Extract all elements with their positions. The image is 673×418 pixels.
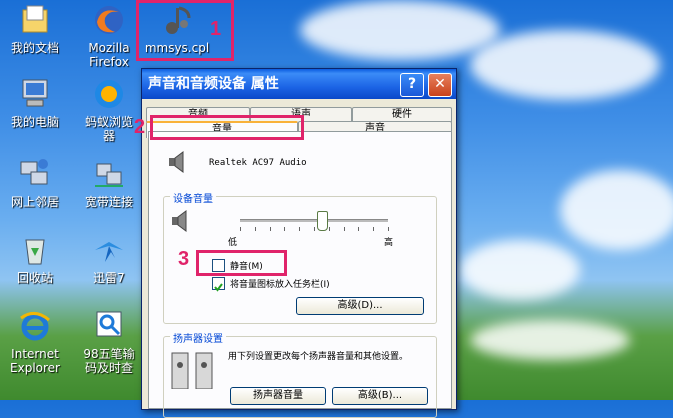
cloud — [560, 170, 673, 250]
volume-tab-panel: Realtek AC97 Audio 设备音量 低 高 静音(M) 将音量图标放… — [148, 131, 452, 418]
speaker-settings-group: 扬声器设置 用下列设置更改每个扬声器音量和其他设置。 扬声器音量 高级(B)..… — [163, 330, 437, 418]
cloud — [460, 240, 580, 300]
desktop-icon-firefox[interactable]: Mozilla Firefox — [74, 2, 144, 69]
volume-high-label: 高 — [384, 238, 394, 248]
slider-tick — [358, 227, 360, 231]
desktop-icon-my-documents[interactable]: 我的文档 — [0, 2, 70, 55]
network-places-icon — [17, 156, 53, 192]
internet-explorer-icon — [17, 308, 53, 344]
slider-tick — [284, 227, 286, 231]
tray-icon-label: 将音量图标放入任务栏(I) — [230, 280, 330, 290]
tab-hardware[interactable]: 硬件 — [352, 107, 452, 122]
annotation-box-3 — [196, 250, 287, 276]
desktop-icon-thunder[interactable]: 迅雷7 — [74, 232, 144, 285]
annotation-box-2 — [150, 115, 304, 140]
ant-browser-icon — [91, 76, 127, 112]
speakers-icon — [170, 349, 224, 393]
dialog-titlebar[interactable]: 声音和音频设备 属性 ? ✕ — [142, 69, 456, 99]
cloud — [470, 30, 660, 100]
wubi-lookup-icon — [91, 308, 127, 344]
speaker-description: 用下列设置更改每个扬声器音量和其他设置。 — [228, 352, 409, 362]
speaker-icon — [167, 150, 187, 178]
volume-slider-thumb[interactable] — [316, 211, 328, 231]
slider-tick — [240, 227, 241, 231]
my-documents-icon — [17, 2, 53, 38]
slider-tick — [388, 227, 389, 231]
volume-slider-track[interactable] — [240, 219, 388, 222]
slider-tick — [299, 227, 301, 231]
volume-speaker-icon — [170, 209, 190, 237]
broadband-connection-icon — [91, 156, 127, 192]
volume-slider-ticks — [240, 227, 389, 231]
desktop-icon-recycle-bin[interactable]: 回收站 — [0, 232, 70, 285]
annotation-number-2: 2 — [134, 116, 146, 138]
annotation-number-1: 1 — [210, 18, 222, 40]
slider-tick — [314, 227, 315, 231]
speaker-advanced-button[interactable]: 高级(B)... — [332, 387, 428, 405]
cloud — [470, 320, 630, 360]
firefox-icon — [91, 2, 127, 38]
desktop-icon-network-places[interactable]: 网上邻居 — [0, 156, 70, 209]
device-name: Realtek AC97 Audio — [209, 158, 307, 168]
desktop-icon-wubi[interactable]: 98五笔输 码及时查 — [74, 308, 144, 375]
slider-tick — [254, 227, 256, 231]
slider-tick — [373, 227, 375, 231]
tray-icon-checkbox[interactable] — [212, 277, 225, 292]
thunder-icon — [91, 232, 127, 268]
dialog-title: 声音和音频设备 属性 — [148, 76, 279, 92]
slider-tick — [328, 227, 330, 231]
device-volume-title: 设备音量 — [170, 190, 216, 205]
desktop-icon-internet-explorer[interactable]: Internet Explorer — [0, 308, 70, 375]
help-button[interactable]: ? — [400, 73, 424, 97]
slider-tick — [269, 227, 271, 231]
desktop-icon-my-computer[interactable]: 我的电脑 — [0, 76, 70, 129]
speaker-volume-button[interactable]: 扬声器音量 — [230, 387, 326, 405]
advanced-button[interactable]: 高级(D)... — [296, 297, 424, 315]
recycle-bin-icon — [17, 232, 53, 268]
annotation-number-3: 3 — [178, 248, 190, 270]
my-computer-icon — [17, 76, 53, 112]
desktop-icon-broadband[interactable]: 宽带连接 — [74, 156, 144, 209]
volume-low-label: 低 — [228, 238, 238, 248]
slider-tick — [343, 227, 345, 231]
close-button[interactable]: ✕ — [428, 73, 452, 97]
checkmark-icon — [214, 283, 223, 292]
cloud — [300, 0, 500, 60]
speaker-settings-title: 扬声器设置 — [170, 330, 226, 345]
